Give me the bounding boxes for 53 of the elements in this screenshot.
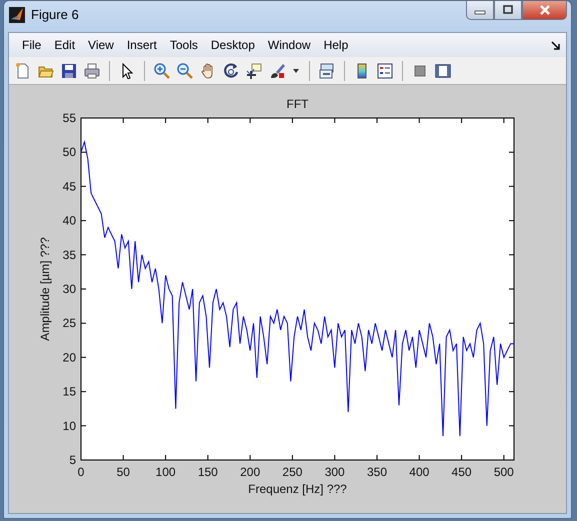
- linked-plots-icon[interactable]: [319, 62, 335, 78]
- tick-label: 55: [62, 111, 76, 125]
- tick-label: 100: [156, 465, 176, 479]
- close-button[interactable]: [522, 1, 567, 20]
- data-cursor-icon[interactable]: [246, 62, 262, 78]
- tick-label: 30: [62, 282, 76, 296]
- menu-item[interactable]: Edit: [49, 36, 84, 54]
- maximize-icon: [502, 5, 514, 15]
- save-icon[interactable]: [61, 62, 77, 78]
- tick-label: 50: [62, 145, 76, 160]
- legend-icon[interactable]: [377, 62, 393, 78]
- plot-tools-icon[interactable]: [435, 62, 451, 78]
- menu-item[interactable]: Help: [318, 36, 356, 54]
- tick-label: 5: [69, 453, 76, 467]
- print-icon[interactable]: [84, 62, 100, 78]
- rotate-icon[interactable]: [223, 62, 239, 78]
- tick-label: 10: [62, 418, 76, 433]
- tick-label: 300: [324, 465, 345, 479]
- close-icon: [538, 5, 550, 15]
- maximize-button[interactable]: [494, 1, 522, 20]
- tick-label: 50: [116, 465, 130, 479]
- menu-item[interactable]: File: [17, 36, 50, 54]
- chart-title: FFT: [286, 97, 308, 111]
- tick-label: 0: [78, 465, 84, 479]
- menu-item[interactable]: Tools: [164, 36, 206, 54]
- zoom-out-icon[interactable]: [177, 62, 193, 78]
- tick-label: 35: [62, 248, 76, 262]
- menu-item[interactable]: Insert: [122, 36, 165, 54]
- window-title: Figure 6: [31, 7, 79, 22]
- tick-label: 150: [198, 465, 218, 479]
- new-file-icon[interactable]: [15, 62, 31, 78]
- brush-icon[interactable]: [269, 62, 285, 78]
- x-axis-label: Frequenz [Hz] ???: [248, 482, 347, 496]
- triangle-logo-icon: [9, 6, 25, 22]
- tick-label: 20: [62, 350, 76, 364]
- zoom-in-icon[interactable]: [154, 62, 170, 78]
- y-axis-label: Amplitude [µm] ???: [38, 237, 52, 341]
- tick-label: 250: [282, 465, 302, 479]
- tick-label: 200: [240, 465, 260, 479]
- tick-label: 15: [62, 384, 76, 399]
- tick-label: 400: [409, 465, 430, 479]
- tick-label: 450: [452, 465, 472, 479]
- tick-label: 25: [62, 316, 76, 330]
- menu-item[interactable]: View: [83, 36, 122, 54]
- dock-arrow-icon[interactable]: [551, 40, 560, 50]
- menu-item[interactable]: Desktop: [206, 36, 263, 54]
- tick-label: 350: [366, 465, 387, 479]
- menu-item[interactable]: Window: [262, 36, 319, 54]
- tick-label: 500: [494, 465, 514, 479]
- square-icon[interactable]: [412, 62, 428, 78]
- minimize-button[interactable]: [466, 1, 494, 20]
- tick-label: 40: [62, 214, 76, 228]
- tick-label: 45: [62, 179, 76, 194]
